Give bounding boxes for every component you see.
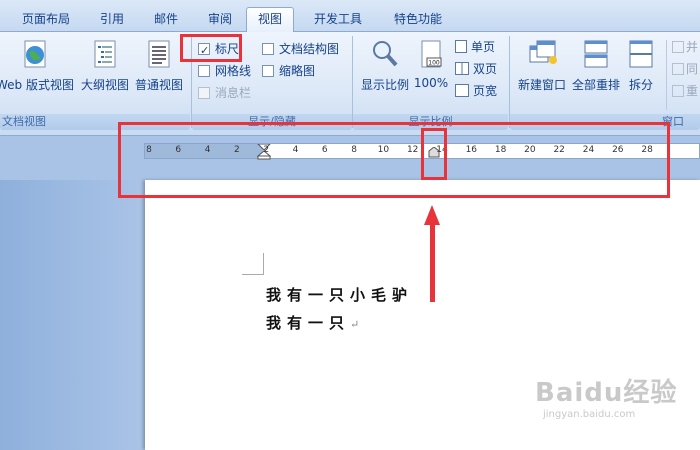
two-pages-label: 双页 [473, 62, 498, 76]
split-button[interactable]: 拆分 [624, 38, 658, 93]
globe-icon [24, 40, 46, 68]
ruler-area-highlight [118, 122, 670, 198]
page-100-icon: 100 [421, 40, 442, 68]
reset-position-button: 重 [672, 81, 698, 101]
margin-corner-mark [242, 253, 264, 275]
view-side-by-side-button: 并 [672, 37, 698, 57]
gridlines-checkbox[interactable]: 网格线 [198, 61, 251, 81]
magnifier-icon [373, 41, 398, 67]
document-map-check-icon [262, 43, 274, 55]
two-pages-button[interactable]: 双页 [455, 59, 497, 79]
two-pages-icon [455, 62, 469, 75]
baidu-jingyan-watermark: Baidu经验 jingyan.baidu.com [535, 372, 677, 420]
sync-scroll-icon [672, 63, 684, 75]
watermark-url: jingyan.baidu.com [543, 409, 636, 420]
draft-view-label: 普通视图 [134, 78, 183, 92]
gridlines-check-icon [198, 65, 210, 77]
new-window-label: 新建窗口 [517, 78, 566, 92]
zoom-button[interactable]: 显示比例 [357, 38, 413, 93]
paragraph-mark: ↵ [350, 318, 360, 331]
arrange-all-label: 全部重排 [571, 78, 620, 92]
gridlines-label: 网格线 [215, 64, 252, 78]
new-window-icon [529, 40, 557, 64]
group-document-views: Web 版式视图 大纲视图 普通视图 文档视图 [0, 34, 190, 134]
zoom-100-button[interactable]: 100 100% [413, 38, 449, 90]
document-line-1[interactable]: 我有一只小毛驴 [266, 284, 413, 305]
one-page-icon [455, 40, 467, 53]
side-by-side-icon [672, 41, 684, 53]
web-layout-label: Web 版式视图 [0, 78, 74, 92]
web-layout-button[interactable]: Web 版式视图 [0, 38, 76, 93]
message-bar-checkbox: 消息栏 [198, 83, 251, 103]
document-map-checkbox[interactable]: 文档结构图 [262, 39, 339, 59]
message-bar-check-icon [198, 87, 210, 99]
document-line-2-text: 我有一只 [266, 314, 351, 332]
thumbnails-checkbox[interactable]: 缩略图 [262, 61, 315, 81]
zoom-100-label: 100% [413, 76, 449, 90]
page-width-label: 页宽 [473, 84, 498, 98]
ribbon: Web 版式视图 大纲视图 普通视图 文档视图 标尺 [0, 32, 700, 136]
side-by-side-label: 并 [686, 40, 699, 54]
divider [666, 40, 667, 110]
group-zoom: 显示比例 100 100% 单页 双页 页宽 显示比例 [353, 34, 508, 134]
tab-references[interactable]: 引用 [88, 8, 136, 32]
group-window: 新建窗口 全部重排 拆分 并 同 重 窗口 [510, 34, 700, 134]
tab-review[interactable]: 审阅 [196, 8, 244, 32]
split-icon [629, 40, 653, 68]
tab-mailings[interactable]: 邮件 [142, 8, 190, 32]
sync-scroll-button: 同 [672, 59, 698, 79]
ribbon-tab-bar: 页面布局 引用 邮件 审阅 视图 开发工具 特色功能 [0, 0, 700, 33]
one-page-label: 单页 [471, 40, 496, 54]
reset-position-label: 重 [686, 84, 699, 98]
tab-special-features[interactable]: 特色功能 [382, 8, 454, 32]
message-bar-label: 消息栏 [215, 86, 252, 100]
outline-view-label: 大纲视图 [80, 78, 129, 92]
new-window-button[interactable]: 新建窗口 [514, 38, 570, 93]
arrange-all-icon [584, 40, 608, 68]
thumbnails-label: 缩略图 [279, 64, 316, 78]
draft-page-icon [148, 40, 170, 68]
page-width-icon [455, 84, 469, 97]
document-map-label: 文档结构图 [279, 42, 340, 56]
page-width-button[interactable]: 页宽 [455, 81, 497, 101]
outline-view-button[interactable]: 大纲视图 [78, 38, 132, 93]
svg-text:100: 100 [428, 60, 440, 67]
reset-position-icon [672, 85, 684, 97]
zoom-label: 显示比例 [360, 78, 409, 92]
tab-view[interactable]: 视图 [246, 7, 294, 33]
indent-marker-highlight [421, 128, 447, 180]
split-label: 拆分 [628, 78, 653, 92]
tab-page-layout[interactable]: 页面布局 [10, 8, 82, 32]
ruler-checkbox-highlight [180, 34, 242, 62]
tab-developer[interactable]: 开发工具 [304, 8, 372, 32]
thumbnails-check-icon [262, 65, 274, 77]
document-line-2[interactable]: 我有一只↵ [266, 312, 359, 333]
watermark-logo: Baidu经验 [535, 378, 678, 408]
sync-scroll-label: 同 [686, 62, 699, 76]
up-arrow-shaft [430, 222, 435, 302]
draft-view-button[interactable]: 普通视图 [132, 38, 186, 93]
one-page-button[interactable]: 单页 [455, 37, 495, 57]
outline-icon [94, 40, 116, 68]
arrange-all-button[interactable]: 全部重排 [568, 38, 624, 93]
